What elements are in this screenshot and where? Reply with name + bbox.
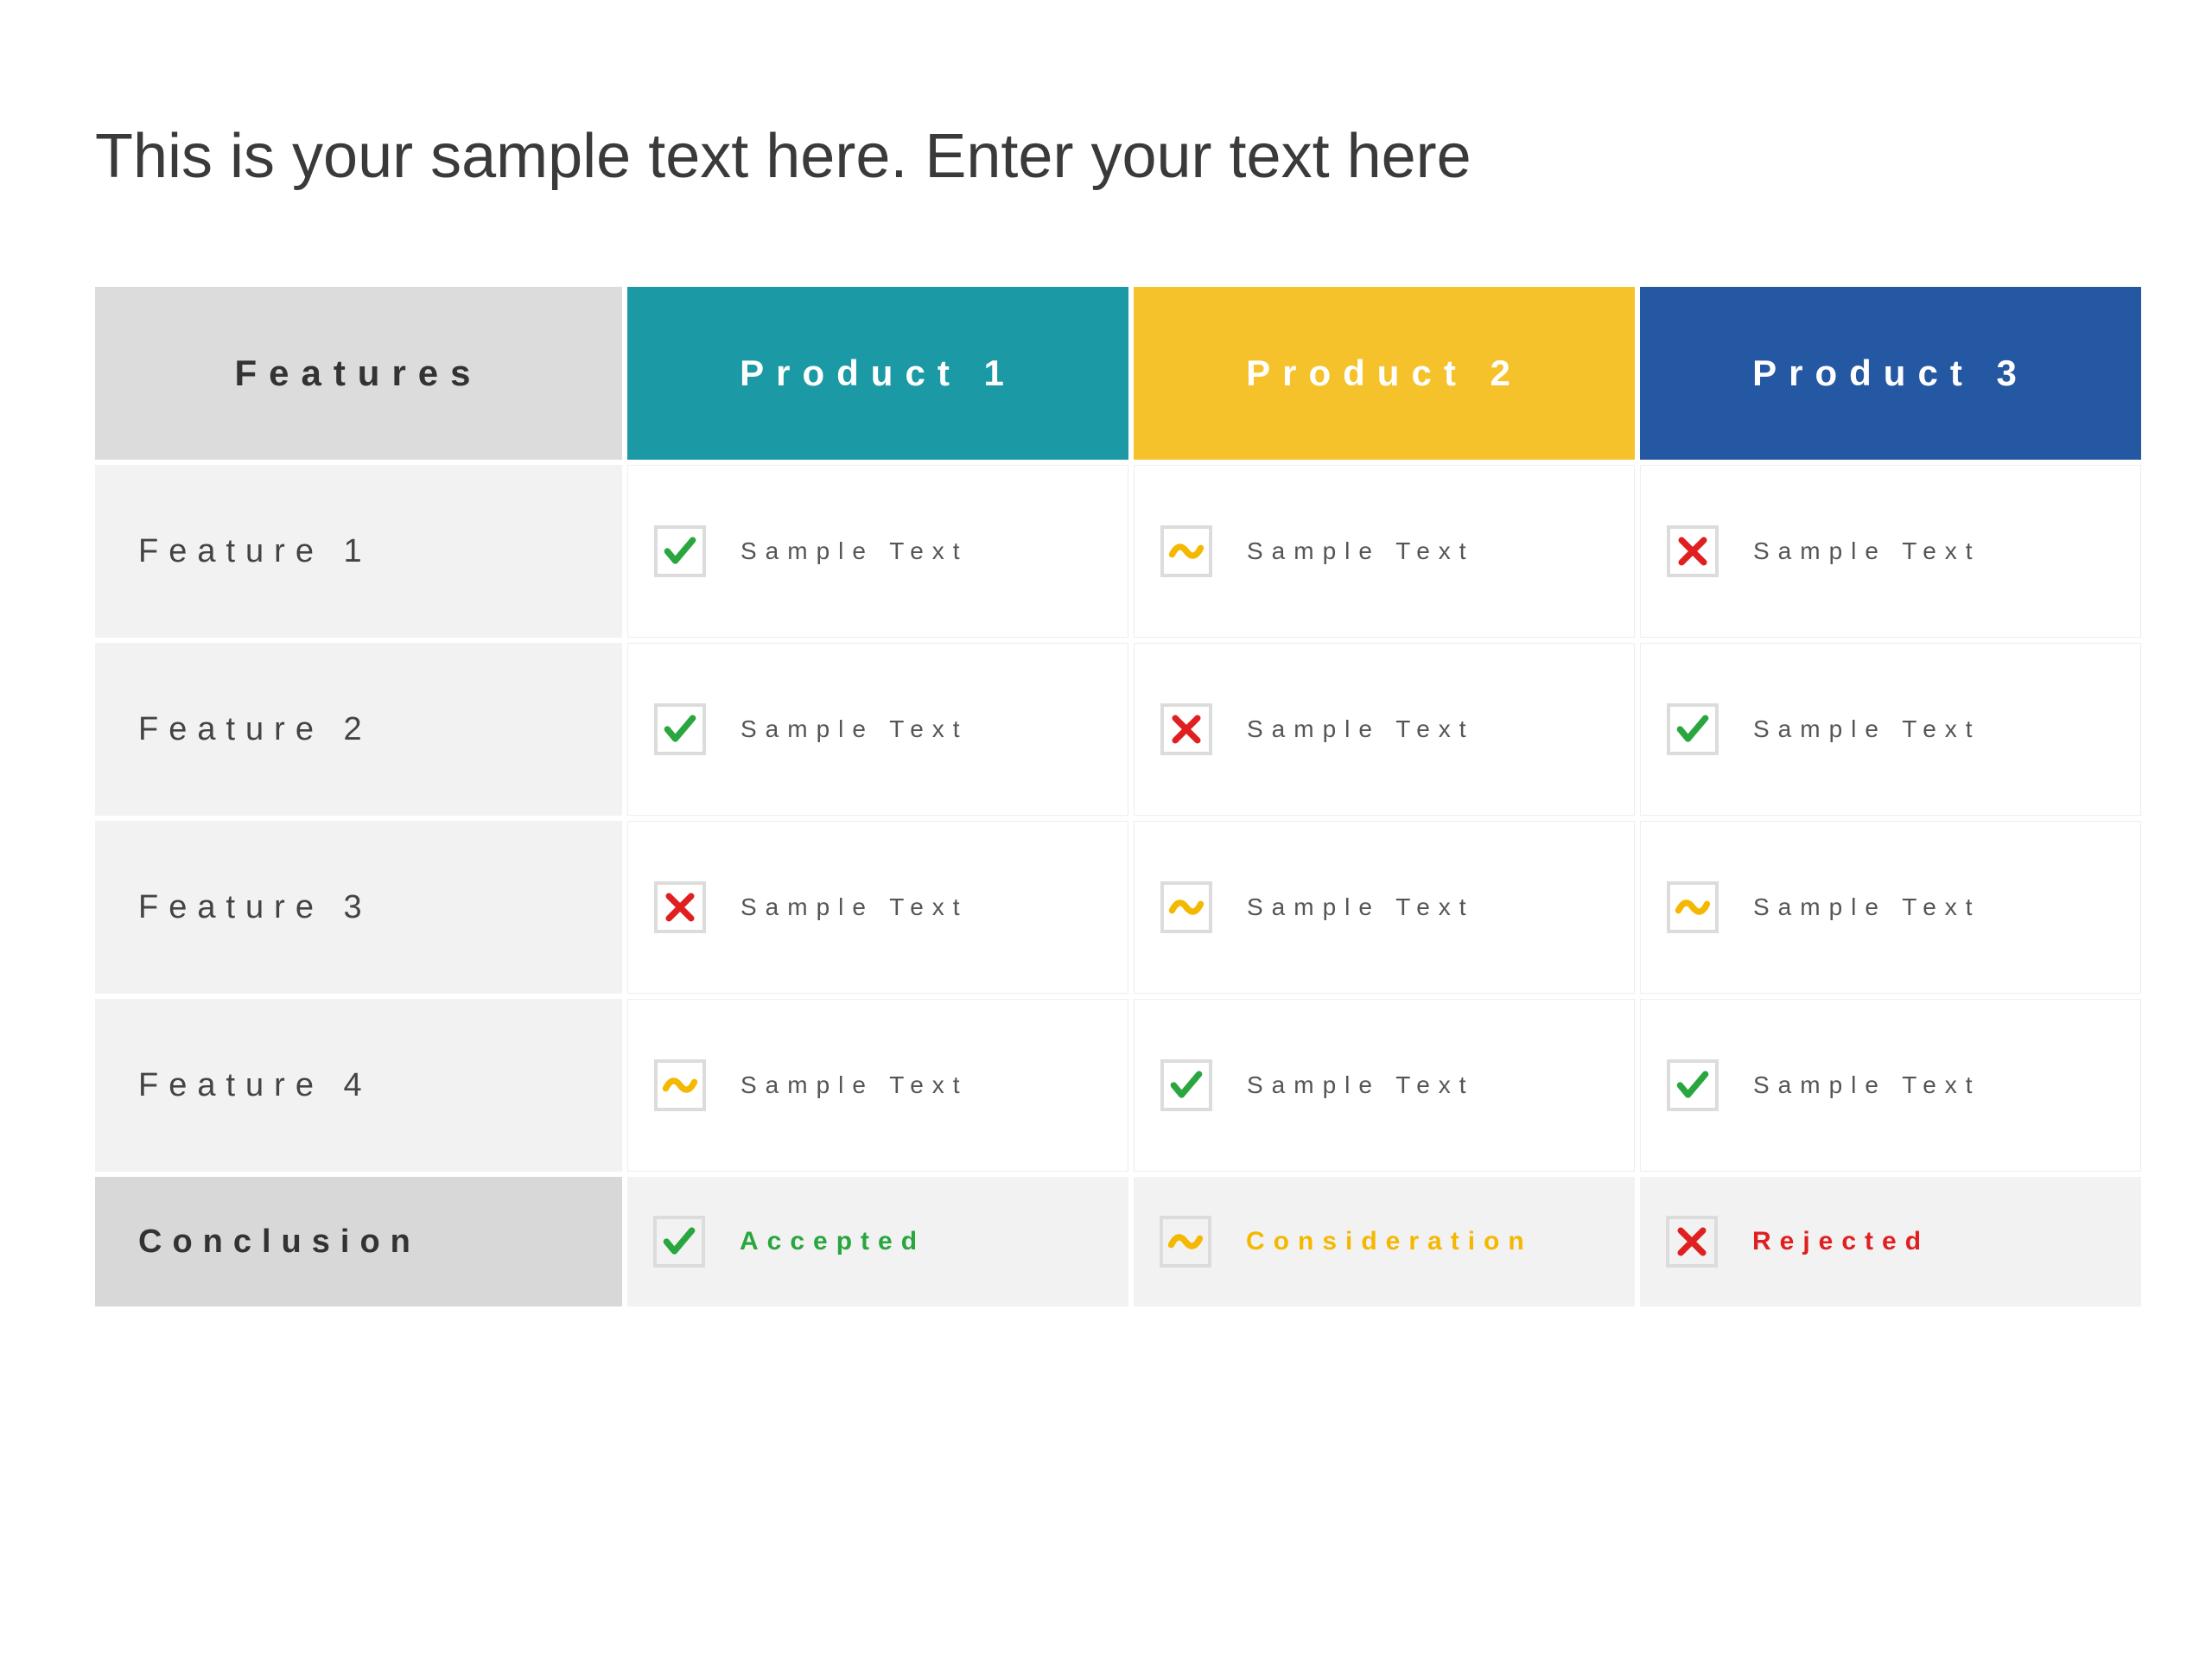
table-cell: Sample Text: [1640, 465, 2141, 638]
table-cell: Sample Text: [1640, 999, 2141, 1172]
table-header-product-3: Product 3: [1640, 287, 2141, 460]
conclusion-label: Conclusion: [95, 1177, 622, 1306]
check-icon: [1160, 1059, 1212, 1111]
check-icon: [1667, 703, 1719, 755]
conclusion-cell: Rejected: [1640, 1177, 2141, 1306]
cross-icon: [1160, 703, 1212, 755]
cell-text: Sample Text: [1247, 715, 1475, 743]
table-cell: Sample Text: [627, 643, 1128, 816]
table-cell: Sample Text: [1640, 643, 2141, 816]
cross-icon: [1667, 525, 1719, 577]
cell-text: Sample Text: [741, 715, 969, 743]
table-cell: Sample Text: [1134, 465, 1635, 638]
feature-label: Feature 4: [95, 999, 622, 1172]
conclusion-cell: Consideration: [1134, 1177, 1635, 1306]
table-cell: Sample Text: [627, 999, 1128, 1172]
table-header-features: Features: [95, 287, 622, 460]
conclusion-cell: Accepted: [627, 1177, 1128, 1306]
tilde-icon: [1160, 1216, 1211, 1268]
cross-icon: [654, 881, 706, 933]
cell-text: Sample Text: [741, 537, 969, 565]
cell-text: Sample Text: [1753, 1071, 1981, 1099]
tilde-icon: [654, 1059, 706, 1111]
check-icon: [1667, 1059, 1719, 1111]
feature-label: Feature 2: [95, 643, 622, 816]
check-icon: [653, 1216, 705, 1268]
check-icon: [654, 525, 706, 577]
cell-text: Sample Text: [1753, 893, 1981, 921]
feature-label: Feature 1: [95, 465, 622, 638]
cell-text: Sample Text: [1753, 537, 1981, 565]
tilde-icon: [1667, 881, 1719, 933]
conclusion-text: Consideration: [1246, 1227, 1533, 1256]
tilde-icon: [1160, 881, 1212, 933]
cell-text: Sample Text: [741, 893, 969, 921]
table-cell: Sample Text: [1134, 999, 1635, 1172]
cell-text: Sample Text: [1247, 1071, 1475, 1099]
cross-icon: [1666, 1216, 1718, 1268]
conclusion-text: Rejected: [1752, 1227, 1929, 1256]
comparison-table: Features Product 1 Product 2 Product 3 F…: [95, 287, 2117, 1306]
cell-text: Sample Text: [1753, 715, 1981, 743]
page-title: This is your sample text here. Enter you…: [95, 121, 2117, 192]
conclusion-text: Accepted: [740, 1227, 925, 1256]
cell-text: Sample Text: [1247, 893, 1475, 921]
table-header-product-2: Product 2: [1134, 287, 1635, 460]
table-cell: Sample Text: [1134, 821, 1635, 994]
check-icon: [654, 703, 706, 755]
tilde-icon: [1160, 525, 1212, 577]
cell-text: Sample Text: [741, 1071, 969, 1099]
table-cell: Sample Text: [627, 821, 1128, 994]
cell-text: Sample Text: [1247, 537, 1475, 565]
table-header-product-1: Product 1: [627, 287, 1128, 460]
feature-label: Feature 3: [95, 821, 622, 994]
table-cell: Sample Text: [1134, 643, 1635, 816]
table-cell: Sample Text: [627, 465, 1128, 638]
table-cell: Sample Text: [1640, 821, 2141, 994]
